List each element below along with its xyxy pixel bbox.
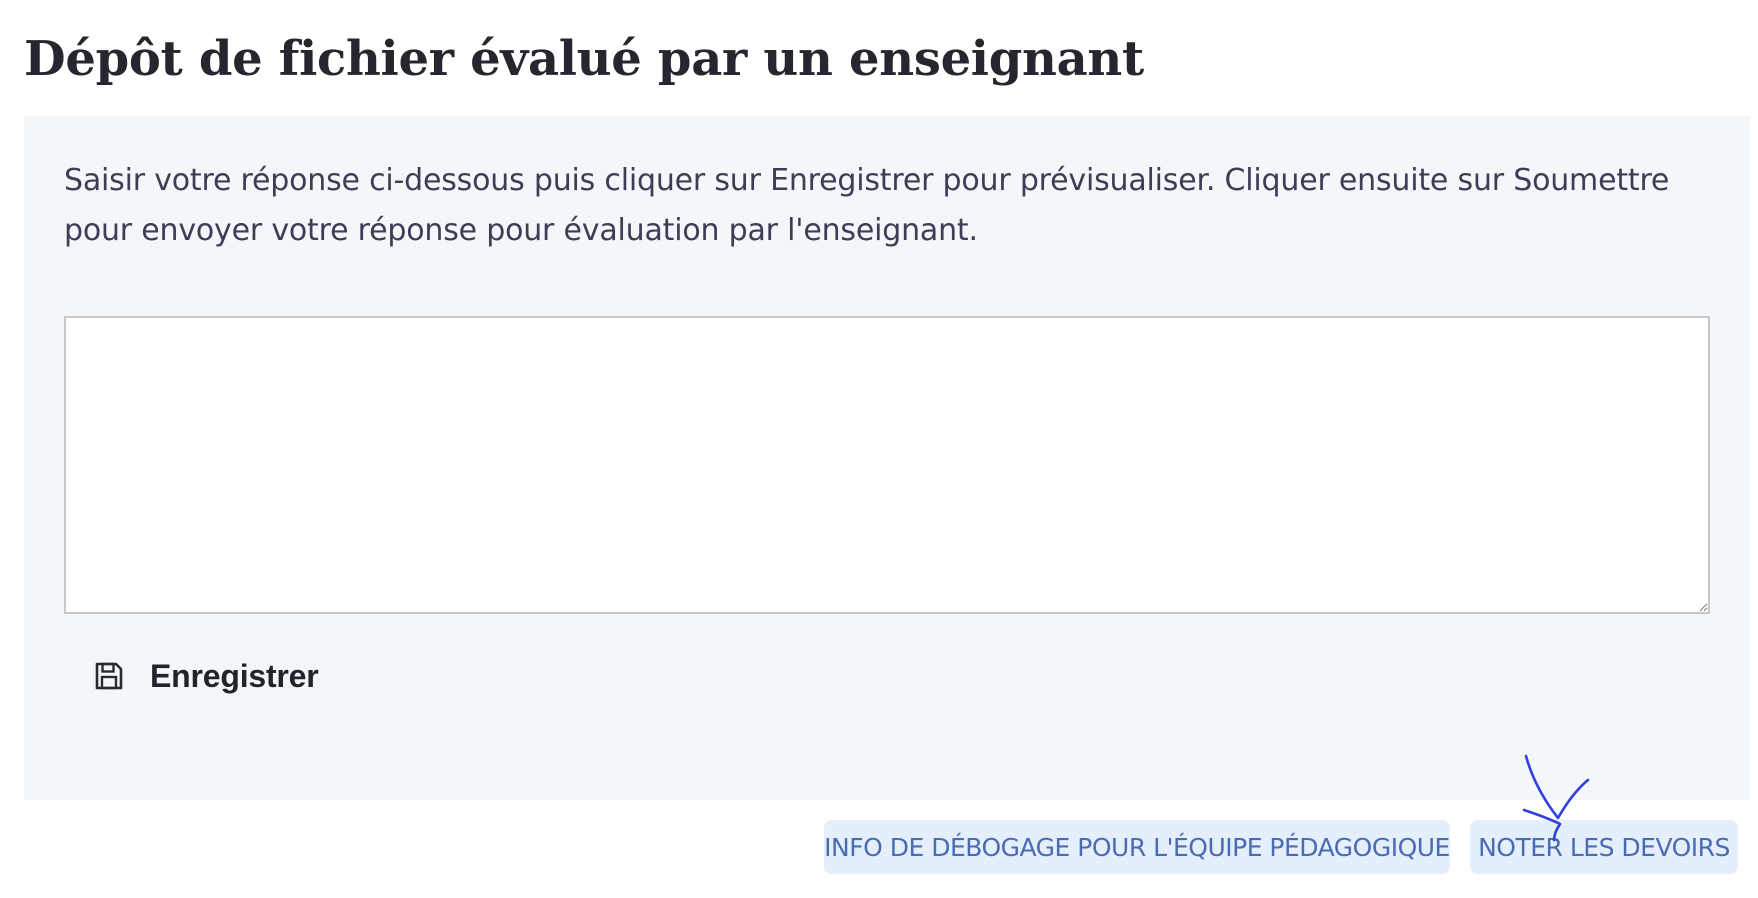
instructions-text: Saisir votre réponse ci-dessous puis cli… xyxy=(64,163,1670,248)
save-button[interactable]: Enregistrer xyxy=(64,644,349,708)
answer-textarea[interactable] xyxy=(64,316,1710,614)
answer-panel: Saisir votre réponse ci-dessous puis cli… xyxy=(24,116,1750,800)
page-title: Dépôt de fichier évalué par un enseignan… xyxy=(24,31,1144,87)
grade-assignments-button[interactable]: NOTER LES DEVOIRS xyxy=(1470,820,1738,874)
floppy-disk-icon xyxy=(94,661,124,691)
debug-info-button[interactable]: INFO DE DÉBOGAGE POUR L'ÉQUIPE PÉDAGOGIQ… xyxy=(824,820,1450,874)
save-label: Enregistrer xyxy=(150,657,319,694)
